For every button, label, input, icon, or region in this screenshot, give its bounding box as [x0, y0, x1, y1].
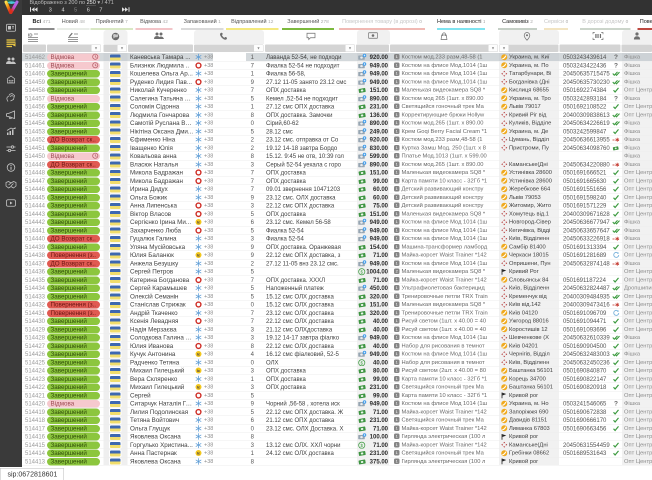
svg-text:lc: lc: [197, 221, 200, 225]
svg-text:$: $: [360, 443, 363, 448]
svg-text:$: $: [360, 360, 363, 365]
svg-text:lc: lc: [197, 369, 200, 373]
svg-text:lc: lc: [197, 386, 200, 390]
svg-text:lc: lc: [197, 452, 200, 456]
svg-text:lc: lc: [197, 254, 200, 258]
svg-text:ID: ID: [28, 33, 33, 38]
svg-text:$: $: [360, 270, 363, 275]
svg-text:lc: lc: [197, 353, 200, 357]
